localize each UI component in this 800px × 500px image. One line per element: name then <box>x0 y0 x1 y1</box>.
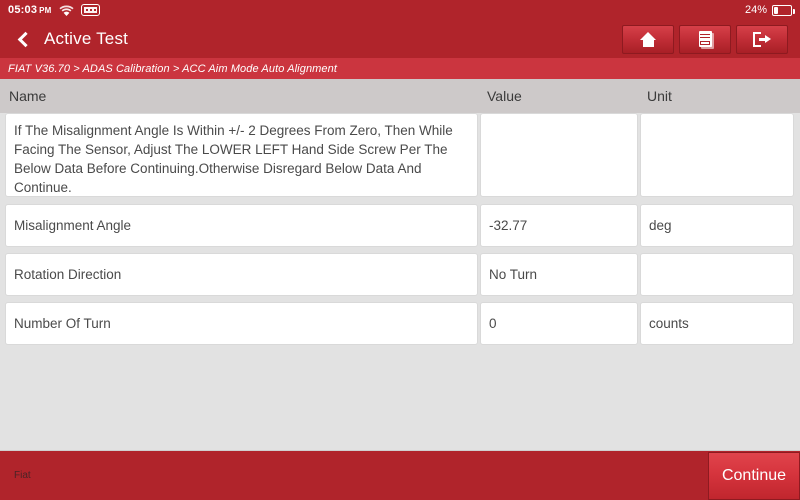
table-cell-value: -32.77 <box>480 204 638 247</box>
status-bar-right: 24% <box>744 4 795 16</box>
status-clock: 05:03 PM <box>8 4 52 16</box>
keyboard-icon <box>80 4 100 16</box>
wifi-icon <box>58 5 74 16</box>
table-cell-value: No Turn <box>480 253 638 296</box>
table-cell-value <box>480 113 638 197</box>
brand-label: Fiat <box>14 470 31 481</box>
app-root: 05:03 PM 24% Active Test FIAT V36.70 > A… <box>0 0 800 500</box>
back-chevron-icon <box>17 31 33 47</box>
table-cell-name: Misalignment Angle <box>5 204 478 247</box>
status-bar: 05:03 PM 24% <box>0 0 800 20</box>
exit-icon <box>753 31 771 47</box>
footer-bar: Fiat Continue <box>0 450 800 500</box>
table-cell-unit: counts <box>640 302 794 345</box>
title-bar-actions <box>622 24 794 54</box>
table-cell-name: Number Of Turn <box>5 302 478 345</box>
status-bar-left: 05:03 PM <box>8 4 100 16</box>
table-cell-unit: deg <box>640 204 794 247</box>
table-row[interactable]: Misalignment Angle -32.77 deg <box>0 204 800 248</box>
table-row[interactable]: If The Misalignment Angle Is Within +/- … <box>0 113 800 199</box>
table-cell-unit <box>640 253 794 296</box>
breadcrumb: FIAT V36.70 > ADAS Calibration > ACC Aim… <box>0 58 800 79</box>
home-icon <box>639 31 657 47</box>
title-bar: Active Test <box>0 20 800 58</box>
table-cell-unit <box>640 113 794 197</box>
battery-icon <box>772 4 795 16</box>
table-header-row: Name Value Unit <box>0 79 800 113</box>
table-row[interactable]: Rotation Direction No Turn <box>0 253 800 297</box>
home-button[interactable] <box>622 24 674 54</box>
exit-button[interactable] <box>736 24 788 54</box>
table-row[interactable]: Number Of Turn 0 counts <box>0 302 800 346</box>
table-cell-value: 0 <box>480 302 638 345</box>
report-button[interactable] <box>679 24 731 54</box>
column-header-name: Name <box>9 88 47 104</box>
document-report-icon <box>698 31 712 47</box>
table-cell-name: Rotation Direction <box>5 253 478 296</box>
column-header-unit: Unit <box>647 88 672 104</box>
main-content: Name Value Unit If The Misalignment Angl… <box>0 79 800 450</box>
continue-button[interactable]: Continue <box>708 451 800 500</box>
column-header-value: Value <box>487 88 522 104</box>
back-button[interactable] <box>10 24 36 54</box>
page-title: Active Test <box>44 29 129 48</box>
battery-percent-label: 24% <box>744 4 767 16</box>
table-body: If The Misalignment Angle Is Within +/- … <box>0 113 800 351</box>
table-cell-name: If The Misalignment Angle Is Within +/- … <box>5 113 478 197</box>
